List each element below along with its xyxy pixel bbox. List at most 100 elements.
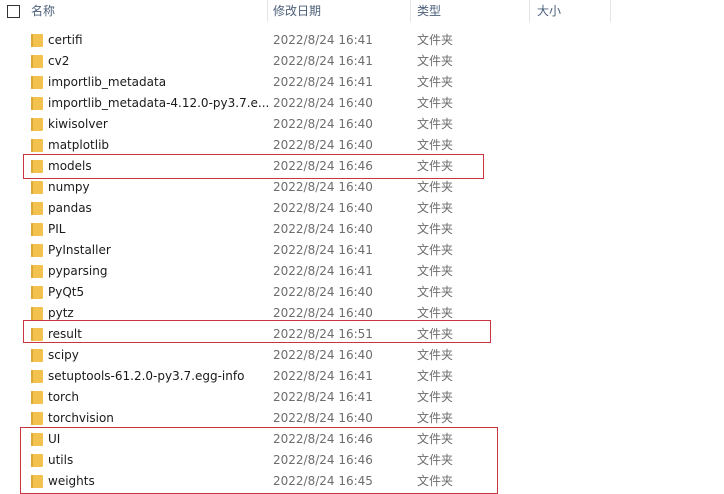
column-header-date[interactable]: 修改日期 <box>273 0 321 22</box>
modified-date: 2022/8/24 16:41 <box>273 264 373 278</box>
file-row[interactable]: weights 2022/8/24 16:45 文件夹 <box>0 471 724 492</box>
file-type: 文件夹 <box>417 117 454 131</box>
file-row[interactable]: UI 2022/8/24 16:46 文件夹 <box>0 429 724 450</box>
file-name[interactable]: pyparsing <box>48 261 107 282</box>
modified-date: 2022/8/24 16:40 <box>273 411 373 425</box>
file-type: 文件夹 <box>417 96 454 110</box>
column-divider[interactable] <box>610 0 611 22</box>
file-row[interactable]: PyQt5 2022/8/24 16:40 文件夹 <box>0 282 724 303</box>
folder-icon <box>31 181 43 194</box>
column-header-name[interactable]: 名称 <box>31 0 55 22</box>
file-name[interactable]: PyQt5 <box>48 282 84 303</box>
modified-date: 2022/8/24 16:41 <box>273 390 373 404</box>
file-type: 文件夹 <box>417 474 454 488</box>
file-type: 文件夹 <box>417 243 454 257</box>
file-name[interactable]: PyInstaller <box>48 240 111 261</box>
file-type: 文件夹 <box>417 159 454 173</box>
column-divider[interactable] <box>529 0 530 22</box>
file-name[interactable]: matplotlib <box>48 135 109 156</box>
modified-date: 2022/8/24 16:51 <box>273 327 373 341</box>
file-name[interactable]: cv2 <box>48 51 69 72</box>
file-type: 文件夹 <box>417 222 454 236</box>
file-name[interactable]: models <box>48 156 92 177</box>
modified-date: 2022/8/24 16:41 <box>273 369 373 383</box>
modified-date: 2022/8/24 16:40 <box>273 285 373 299</box>
file-name[interactable]: PIL <box>48 219 65 240</box>
file-row[interactable]: result 2022/8/24 16:51 文件夹 <box>0 324 724 345</box>
file-row[interactable]: models 2022/8/24 16:46 文件夹 <box>0 156 724 177</box>
file-name[interactable]: pytz <box>48 303 74 324</box>
file-row[interactable]: numpy 2022/8/24 16:40 文件夹 <box>0 177 724 198</box>
folder-icon <box>31 286 43 299</box>
file-name[interactable]: certifi <box>48 30 83 51</box>
file-name[interactable]: scipy <box>48 345 79 366</box>
folder-icon <box>31 118 43 131</box>
file-row[interactable]: PIL 2022/8/24 16:40 文件夹 <box>0 219 724 240</box>
file-type: 文件夹 <box>417 201 454 215</box>
folder-icon <box>31 34 43 47</box>
modified-date: 2022/8/24 16:40 <box>273 96 373 110</box>
modified-date: 2022/8/24 16:41 <box>273 243 373 257</box>
folder-icon <box>31 370 43 383</box>
file-row[interactable]: pytz 2022/8/24 16:40 文件夹 <box>0 303 724 324</box>
column-header-size[interactable]: 大小 <box>537 0 561 22</box>
column-header-type[interactable]: 类型 <box>417 0 441 22</box>
file-name[interactable]: numpy <box>48 177 90 198</box>
modified-date: 2022/8/24 16:41 <box>273 54 373 68</box>
file-row[interactable]: PyInstaller 2022/8/24 16:41 文件夹 <box>0 240 724 261</box>
file-row[interactable]: utils 2022/8/24 16:46 文件夹 <box>0 450 724 471</box>
modified-date: 2022/8/24 16:40 <box>273 306 373 320</box>
file-row[interactable]: pyparsing 2022/8/24 16:41 文件夹 <box>0 261 724 282</box>
file-row[interactable]: scipy 2022/8/24 16:40 文件夹 <box>0 345 724 366</box>
folder-icon <box>31 55 43 68</box>
modified-date: 2022/8/24 16:40 <box>273 180 373 194</box>
file-name[interactable]: importlib_metadata <box>48 72 166 93</box>
folder-icon <box>31 475 43 488</box>
file-row[interactable]: importlib_metadata-4.12.0-py3.7.e... 2022… <box>0 93 724 114</box>
file-row[interactable]: certifi 2022/8/24 16:41 文件夹 <box>0 30 724 51</box>
folder-icon <box>31 328 43 341</box>
file-row[interactable]: torchvision 2022/8/24 16:40 文件夹 <box>0 408 724 429</box>
file-name[interactable]: utils <box>48 450 73 471</box>
file-row[interactable]: pandas 2022/8/24 16:40 文件夹 <box>0 198 724 219</box>
file-type: 文件夹 <box>417 432 454 446</box>
file-name[interactable]: setuptools-61.2.0-py3.7.egg-info <box>48 366 244 387</box>
column-divider[interactable] <box>410 0 411 22</box>
modified-date: 2022/8/24 16:40 <box>273 201 373 215</box>
select-all-checkbox[interactable] <box>7 5 20 18</box>
folder-icon <box>31 139 43 152</box>
folder-icon <box>31 244 43 257</box>
column-divider[interactable] <box>267 0 268 22</box>
folder-icon <box>31 223 43 236</box>
modified-date: 2022/8/24 16:46 <box>273 453 373 467</box>
file-type: 文件夹 <box>417 327 454 341</box>
file-row[interactable]: kiwisolver 2022/8/24 16:40 文件夹 <box>0 114 724 135</box>
folder-icon <box>31 391 43 404</box>
file-name[interactable]: importlib_metadata-4.12.0-py3.7.e... <box>48 93 269 114</box>
file-name[interactable]: torch <box>48 387 79 408</box>
folder-icon <box>31 97 43 110</box>
file-type: 文件夹 <box>417 75 454 89</box>
file-row[interactable]: torch 2022/8/24 16:41 文件夹 <box>0 387 724 408</box>
file-row[interactable]: matplotlib 2022/8/24 16:40 文件夹 <box>0 135 724 156</box>
folder-icon <box>31 202 43 215</box>
folder-icon <box>31 433 43 446</box>
modified-date: 2022/8/24 16:46 <box>273 159 373 173</box>
modified-date: 2022/8/24 16:46 <box>273 432 373 446</box>
folder-icon <box>31 349 43 362</box>
file-name[interactable]: torchvision <box>48 408 114 429</box>
file-name[interactable]: kiwisolver <box>48 114 108 135</box>
file-type: 文件夹 <box>417 411 454 425</box>
file-name[interactable]: weights <box>48 471 95 492</box>
file-type: 文件夹 <box>417 453 454 467</box>
file-name[interactable]: UI <box>48 429 60 450</box>
modified-date: 2022/8/24 16:40 <box>273 138 373 152</box>
file-name[interactable]: pandas <box>48 198 92 219</box>
file-name[interactable]: result <box>48 324 82 345</box>
file-row[interactable]: setuptools-61.2.0-py3.7.egg-info 2022/8/2… <box>0 366 724 387</box>
file-type: 文件夹 <box>417 33 454 47</box>
modified-date: 2022/8/24 16:40 <box>273 222 373 236</box>
file-row[interactable]: cv2 2022/8/24 16:41 文件夹 <box>0 51 724 72</box>
modified-date: 2022/8/24 16:41 <box>273 33 373 47</box>
file-row[interactable]: importlib_metadata 2022/8/24 16:41 文件夹 <box>0 72 724 93</box>
